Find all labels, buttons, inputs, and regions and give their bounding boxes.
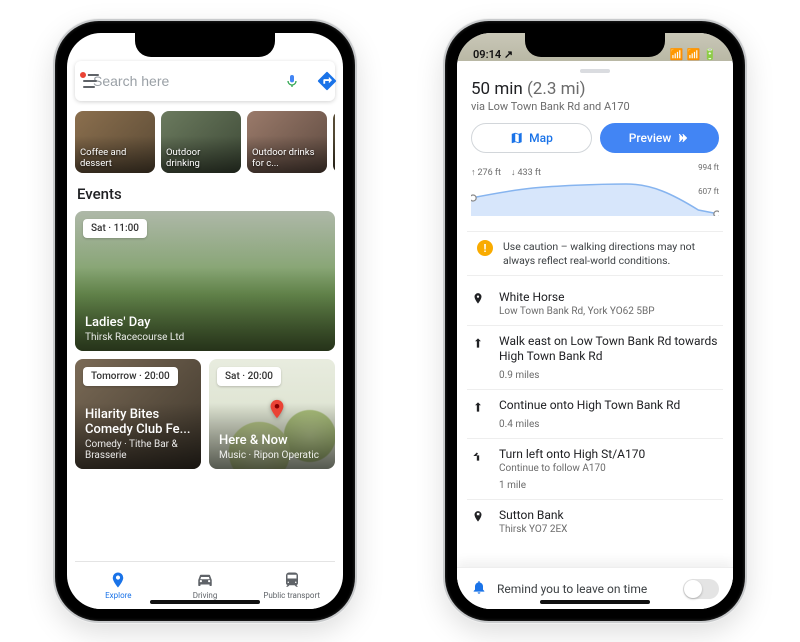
step-distance: 1 mile (499, 480, 721, 491)
turn-left-icon (469, 447, 487, 491)
map-pin-icon (266, 398, 288, 424)
notch (135, 33, 275, 57)
map-button-label: Map (529, 131, 553, 145)
directions-icon[interactable] (316, 68, 338, 94)
event-card[interactable]: Sat · 11:00 Ladies' Day Thirsk Racecours… (75, 211, 335, 351)
step-title: Sutton Bank (499, 508, 721, 523)
mic-icon[interactable] (284, 73, 300, 89)
tab-label: Driving (193, 591, 218, 600)
preview-button-label: Preview (629, 131, 672, 145)
warning-icon: ! (477, 240, 493, 256)
pin-icon (469, 290, 487, 317)
step-item[interactable]: Sutton Bank Thirsk YO7 2EX (467, 500, 723, 543)
step-item[interactable]: Walk east on Low Town Bank Rd towards Hi… (467, 326, 723, 390)
tab-label: Public transport (263, 591, 320, 600)
route-distance: (2.3 mi) (527, 79, 586, 99)
step-item[interactable]: Continue onto High Town Bank Rd 0.4 mile… (467, 390, 723, 439)
elev-max: 994 ft (698, 163, 719, 173)
chip-label: Coffee and dessert (80, 148, 150, 169)
category-chips-row: Coffee and dessert Outdoor drinking Outd… (75, 111, 335, 173)
status-time: 09:14 ↗ (473, 48, 513, 61)
route-via: via Low Town Bank Rd and A170 (471, 100, 719, 113)
caution-banner: ! Use caution – walking directions may n… (467, 231, 723, 276)
battery-icon: 🔋 (703, 48, 717, 61)
tab-public-transport[interactable]: Public transport (248, 562, 335, 609)
event-subtitle: Thirsk Racecourse Ltd (85, 332, 325, 343)
elev-down: ↓ 433 ft (511, 167, 541, 178)
category-chip[interactable]: Dog bars (333, 111, 335, 173)
search-bar[interactable] (75, 61, 335, 101)
event-card[interactable]: Tomorrow · 20:00 Hilarity Bites Comedy C… (75, 359, 201, 469)
event-title: Ladies' Day (85, 316, 325, 331)
step-title: Walk east on Low Town Bank Rd towards Hi… (499, 334, 721, 364)
event-subtitle: Music · Ripon Operatic (219, 450, 325, 461)
phone-right: 09:14 ↗ 📶 📶 🔋 50 min (2.3 mi) via Low To… (445, 21, 745, 621)
step-title: Continue onto High Town Bank Rd (499, 398, 721, 413)
category-chip[interactable]: Outdoor drinking (161, 111, 241, 173)
elevation-chart (471, 180, 719, 216)
event-subtitle: Comedy · Tithe Bar & Brasserie (85, 439, 191, 461)
tab-explore[interactable]: Explore (75, 562, 162, 609)
map-button[interactable]: Map (471, 123, 592, 153)
route-summary: 50 min (2.3 mi) via Low Town Bank Rd and… (457, 61, 733, 163)
event-time-badge: Sat · 11:00 (83, 219, 147, 238)
event-title: Here & Now (219, 434, 325, 449)
arrow-up-icon (469, 334, 487, 381)
step-distance: 0.4 miles (499, 419, 721, 430)
category-chip[interactable]: Outdoor drinks for c... (247, 111, 327, 173)
reminder-toggle[interactable] (683, 579, 719, 599)
chip-label: Outdoor drinks for c... (252, 148, 322, 169)
step-sub: Thirsk YO7 2EX (499, 524, 721, 535)
search-input[interactable] (91, 72, 276, 90)
notch (525, 33, 665, 57)
step-item[interactable]: Turn left onto High St/A170 Continue to … (467, 439, 723, 500)
elev-min: 607 ft (698, 187, 719, 197)
step-sub: Continue to follow A170 (499, 463, 721, 474)
events-header: Events (77, 185, 333, 203)
directions-screen: 09:14 ↗ 📶 📶 🔋 50 min (2.3 mi) via Low To… (457, 33, 733, 609)
maps-explore-screen: Coffee and dessert Outdoor drinking Outd… (67, 33, 343, 609)
home-indicator (150, 600, 260, 604)
caution-text: Use caution – walking directions may not… (503, 240, 713, 267)
event-card[interactable]: Sat · 20:00 Here & Now Music · Ripon Ope… (209, 359, 335, 469)
chip-label: Outdoor drinking (166, 148, 236, 169)
destination-flag-icon (469, 508, 487, 535)
route-duration: 50 min (471, 79, 523, 99)
step-title: White Horse (499, 290, 721, 305)
preview-button[interactable]: Preview (600, 123, 719, 153)
step-title: Turn left onto High St/A170 (499, 447, 721, 462)
wifi-icon: 📶 (687, 48, 701, 61)
event-title: Hilarity Bites Comedy Club Fe... (85, 408, 191, 438)
step-sub: Low Town Bank Rd, York YO62 5BP (499, 306, 721, 317)
tab-label: Explore (105, 591, 131, 600)
event-time-badge: Tomorrow · 20:00 (83, 367, 178, 386)
category-chip[interactable]: Coffee and dessert (75, 111, 155, 173)
reminder-text: Remind you to leave on time (497, 582, 647, 596)
steps-list: White Horse Low Town Bank Rd, York YO62 … (457, 282, 733, 567)
arrow-up-icon (469, 398, 487, 430)
elev-up: ↑ 276 ft (471, 167, 501, 178)
sheet-grabber[interactable] (580, 69, 610, 73)
bell-icon (471, 579, 487, 598)
phone-left: Coffee and dessert Outdoor drinking Outd… (55, 21, 355, 621)
notification-badge (78, 70, 88, 80)
step-item[interactable]: White Horse Low Town Bank Rd, York YO62 … (467, 282, 723, 326)
event-time-badge: Sat · 20:00 (217, 367, 281, 386)
elevation-panel: ↑ 276 ft ↓ 433 ft 994 ft 607 ft (457, 163, 733, 225)
signal-icon: 📶 (670, 48, 684, 61)
home-indicator (540, 600, 650, 604)
step-distance: 0.9 miles (499, 370, 721, 381)
